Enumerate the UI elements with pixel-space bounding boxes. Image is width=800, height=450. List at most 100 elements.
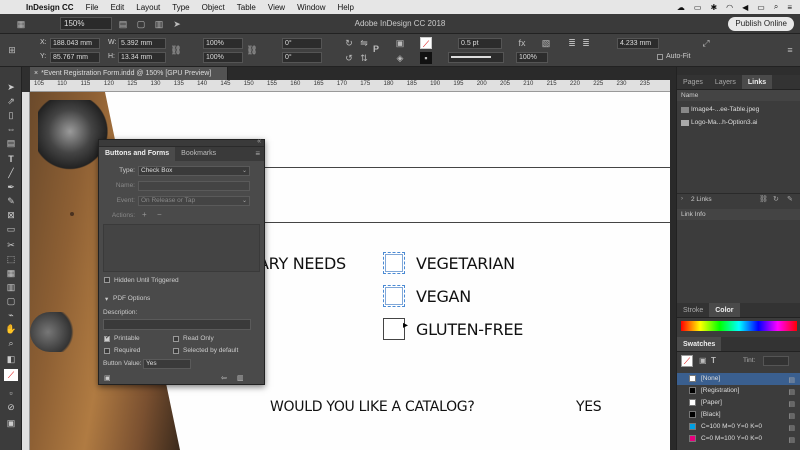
tab-layers[interactable]: Layers xyxy=(709,75,742,89)
vertical-ruler[interactable] xyxy=(22,92,30,450)
frame-fitting-icon[interactable]: ⤢ xyxy=(700,37,712,49)
battery-icon[interactable]: ▭ xyxy=(757,3,765,12)
select-container-icon[interactable]: ▣ xyxy=(394,37,406,49)
scissors-tool-icon[interactable]: ✂ xyxy=(4,239,18,251)
cloud-icon[interactable]: ☁ xyxy=(677,3,685,12)
button-value-field[interactable]: Yes xyxy=(143,359,191,369)
x-field[interactable]: 188.043 mm xyxy=(50,38,100,49)
event-select[interactable]: On Release or Tap ⌄ xyxy=(138,196,250,206)
fill-stroke-swatch-icon[interactable]: ⟋ xyxy=(4,369,18,381)
required-checkbox[interactable] xyxy=(104,348,110,354)
reference-point-icon[interactable]: ⊞ xyxy=(6,44,18,56)
stroke-weight-field[interactable]: 0.5 pt xyxy=(458,38,502,49)
stroke-icon[interactable]: ▪ xyxy=(420,52,432,64)
color-spectrum[interactable] xyxy=(681,321,797,331)
hidden-until-triggered-checkbox[interactable] xyxy=(104,277,110,283)
w-field[interactable]: 5.392 mm xyxy=(118,38,166,49)
opacity-field[interactable]: 100% xyxy=(516,52,548,63)
menu-table[interactable]: Table xyxy=(237,3,256,12)
page-tool-icon[interactable]: ▯ xyxy=(4,109,18,121)
align-center-icon[interactable]: ≣ xyxy=(580,37,592,49)
hand-tool-icon[interactable]: ✋ xyxy=(4,323,18,335)
swatch-item[interactable]: C=100 M=0 Y=0 K=0 ▤ xyxy=(677,421,800,433)
type-select[interactable]: Check Box ⌄ xyxy=(138,166,250,176)
add-action-button[interactable]: + xyxy=(142,210,147,219)
tint-field[interactable] xyxy=(763,356,789,366)
collapse-icon[interactable]: « xyxy=(257,138,261,145)
pencil-tool-icon[interactable]: ✎ xyxy=(4,195,18,207)
checkbox-gluten-free[interactable] xyxy=(383,318,405,340)
checkbox-vegetarian[interactable] xyxy=(383,252,405,274)
flip-vertical-icon[interactable]: ⇅ xyxy=(358,52,370,64)
note-tool-icon[interactable]: ▢ xyxy=(4,295,18,307)
menu-window[interactable]: Window xyxy=(297,3,325,12)
rectangle-tool-icon[interactable]: ▭ xyxy=(4,223,18,235)
dock-grip[interactable] xyxy=(677,67,800,75)
rectangle-frame-icon[interactable]: ⊠ xyxy=(4,209,18,221)
tab-links[interactable]: Links xyxy=(741,75,773,89)
edit-original-icon[interactable]: ✎ xyxy=(787,195,793,203)
pen-tool-icon[interactable]: ✒ xyxy=(4,181,18,193)
drop-shadow-icon[interactable]: ▧ xyxy=(540,37,552,49)
formatting-text-icon[interactable]: T xyxy=(711,356,716,365)
rotate-cw-icon[interactable]: ↻ xyxy=(343,37,355,49)
zoom-select[interactable]: 150% xyxy=(60,17,112,30)
tab-color[interactable]: Color xyxy=(709,303,740,317)
list-icon[interactable]: ≡ xyxy=(787,3,792,12)
menu-edit[interactable]: Edit xyxy=(110,3,124,12)
tab-stroke[interactable]: Stroke xyxy=(677,303,709,317)
relink-icon[interactable]: ⛓ xyxy=(759,195,768,203)
control-menu-icon[interactable]: ≡ xyxy=(784,44,796,56)
offset-field[interactable]: 4.233 mm xyxy=(617,38,659,49)
stroke-type-select[interactable] xyxy=(448,52,504,63)
horizontal-ruler[interactable]: 105 110 115 120 125 130 135 140 145 150 155 160 165 1… xyxy=(30,80,670,92)
rotate-ccw-icon[interactable]: ↺ xyxy=(343,52,355,64)
actions-list[interactable] xyxy=(103,224,260,272)
tab-pages[interactable]: Pages xyxy=(677,75,709,89)
app-menu[interactable]: InDesign CC xyxy=(26,3,74,12)
wifi-icon[interactable]: ◠ xyxy=(726,3,733,12)
description-field[interactable] xyxy=(103,319,251,330)
menu-view[interactable]: View xyxy=(268,3,285,12)
search-icon[interactable]: ⌕ xyxy=(774,2,778,12)
y-field[interactable]: 85.767 mm xyxy=(50,52,100,63)
formatting-container-icon[interactable]: ▫ xyxy=(4,387,18,399)
rotate-field[interactable]: 0° xyxy=(282,38,322,49)
layout-grid-icon[interactable]: ▦ xyxy=(14,18,28,30)
shear-field[interactable]: 0° xyxy=(282,52,322,63)
swatch-item[interactable]: [Paper] ▤ xyxy=(677,397,800,409)
volume-icon[interactable]: ◀ xyxy=(742,3,748,12)
content-collector-icon[interactable]: ▤ xyxy=(4,137,18,149)
default-fill-stroke-icon[interactable]: ◧ xyxy=(4,353,18,365)
line-tool-icon[interactable]: ╱ xyxy=(4,167,18,179)
fill-stroke-proxy-icon[interactable]: ⟋ xyxy=(681,355,693,367)
constrain-scale-icon[interactable]: ⛓ xyxy=(246,44,258,56)
align-left-icon[interactable]: ≣ xyxy=(566,37,578,49)
scale-x-field[interactable]: 100% xyxy=(203,38,243,49)
printable-checkbox[interactable] xyxy=(104,334,110,342)
menu-file[interactable]: File xyxy=(86,3,99,12)
bluetooth-icon[interactable]: ✱ xyxy=(710,3,717,12)
links-name-header[interactable]: Name xyxy=(677,90,800,101)
fill-none-icon[interactable]: ⟋ xyxy=(420,37,432,49)
checkbox-vegan[interactable] xyxy=(383,285,405,307)
tab-swatches[interactable]: Swatches xyxy=(677,337,722,351)
free-transform-icon[interactable]: ⬚ xyxy=(4,253,18,265)
read-only-checkbox[interactable] xyxy=(173,336,179,342)
link-item[interactable]: Logo-Ma...h-Option3.ai xyxy=(677,117,800,129)
remove-action-button[interactable]: − xyxy=(157,210,162,219)
swatch-item[interactable]: [Black] ▤ xyxy=(677,409,800,421)
flip-horizontal-icon[interactable]: ⇋ xyxy=(358,37,370,49)
panel-menu-icon[interactable]: ≡ xyxy=(255,147,264,161)
menu-object[interactable]: Object xyxy=(202,3,225,12)
link-item[interactable]: Image4-...ee-Table.jpeg xyxy=(677,104,800,116)
document-tab[interactable]: × *Event Registration Form.indd @ 150% [G… xyxy=(30,67,228,80)
tab-buttons-forms[interactable]: Buttons and Forms xyxy=(99,147,176,161)
screen-mode-tool-icon[interactable]: ▣ xyxy=(4,417,18,429)
publish-online-button[interactable]: Publish Online xyxy=(728,17,794,31)
menu-help[interactable]: Help xyxy=(338,3,354,12)
zoom-tool-icon[interactable]: ⌕ xyxy=(4,337,18,349)
menu-type[interactable]: Type xyxy=(172,3,189,12)
convert-object-icon[interactable]: ⇦ xyxy=(221,374,227,382)
name-field[interactable] xyxy=(138,181,250,191)
